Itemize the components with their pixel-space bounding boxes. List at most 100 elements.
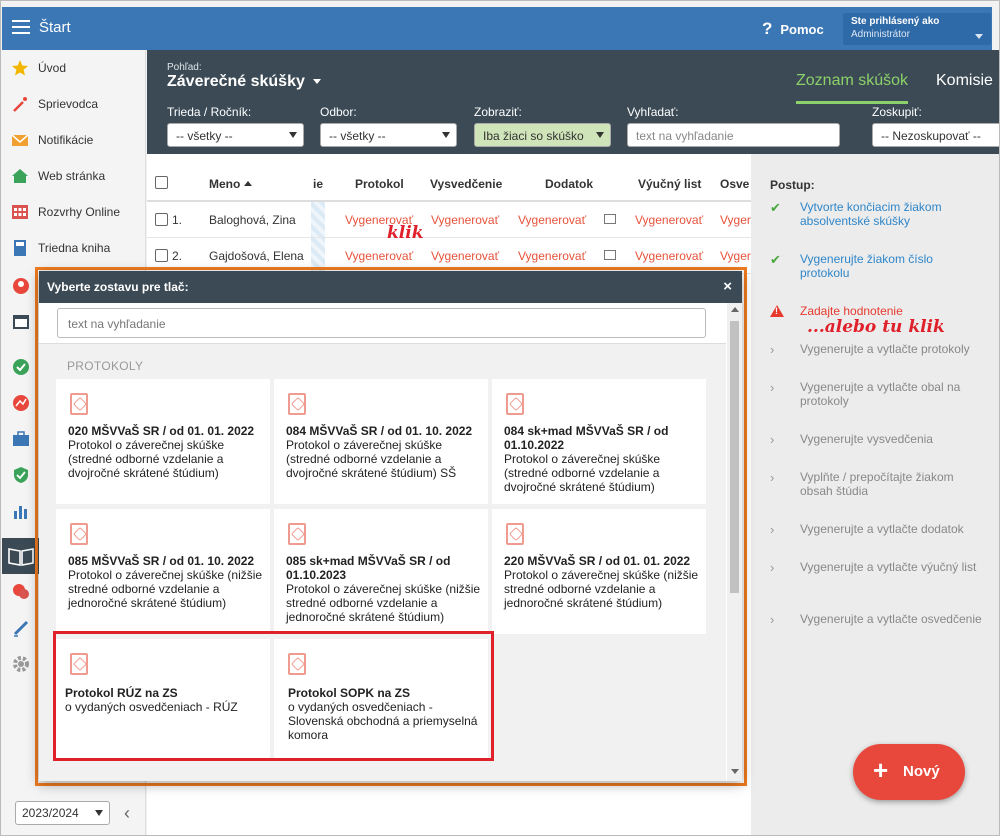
chevron-right-icon: › bbox=[770, 470, 775, 485]
chevron-down-icon bbox=[975, 34, 983, 39]
chevron-down-icon bbox=[95, 810, 103, 816]
generate-protokol-link[interactable]: Vygenerovať bbox=[345, 249, 413, 263]
sidebar-item-sprievodca[interactable]: Sprievodca bbox=[2, 86, 146, 122]
generate-vyucny-list-link[interactable]: Vygenerovať bbox=[635, 249, 703, 263]
home-icon bbox=[12, 169, 28, 183]
col-dodatok[interactable]: Dodatok bbox=[545, 177, 593, 191]
pdf-icon bbox=[288, 523, 306, 545]
scrollbar-thumb[interactable] bbox=[730, 321, 739, 593]
tab-zoznam-skusok[interactable]: Zoznam skúšok bbox=[796, 72, 909, 104]
select-all-checkbox[interactable] bbox=[155, 176, 168, 189]
sidebar-item-uvod[interactable]: Úvod bbox=[2, 50, 146, 86]
dialog-header: Vyberte zostavu pre tlač: × bbox=[39, 271, 742, 303]
odbor-select[interactable]: -- všetky -- bbox=[320, 123, 457, 147]
filter-trieda: Trieda / Ročník: -- všetky -- bbox=[167, 105, 304, 147]
chevron-down-icon bbox=[596, 132, 604, 138]
col-meno[interactable]: Meno bbox=[209, 177, 253, 191]
filter-zoskupit: Zoskupiť: -- Nezoskupovať -- bbox=[872, 105, 999, 147]
gear-icon[interactable] bbox=[12, 655, 30, 673]
school-year-select[interactable]: 2023/2024 bbox=[15, 801, 110, 825]
close-icon[interactable]: × bbox=[723, 278, 732, 295]
user-label: Ste prihlásený ako bbox=[851, 16, 940, 27]
generate-dodatok-link[interactable]: Vygenerovať bbox=[518, 249, 586, 263]
tab-komisie[interactable]: Komisie bbox=[936, 72, 993, 90]
scroll-down-icon[interactable] bbox=[731, 769, 739, 774]
list-icon[interactable] bbox=[604, 250, 616, 260]
pdf-icon bbox=[288, 393, 306, 415]
chevron-down-icon bbox=[289, 132, 297, 138]
row-number: 1. bbox=[172, 213, 183, 227]
report-card[interactable]: 085 sk+mad MŠVVaŠ SR / od 01.10.2023 Prot… bbox=[274, 509, 488, 634]
chevron-right-icon: › bbox=[770, 342, 775, 357]
steps-panel: Postup: ✔ Vytvorte končiacim žiakom absol… bbox=[751, 154, 999, 835]
col-osvedcenie[interactable]: Osve bbox=[720, 177, 749, 191]
sidebar-item-label: Úvod bbox=[38, 61, 67, 75]
pen-icon[interactable] bbox=[12, 619, 30, 637]
hamburger-menu-icon[interactable] bbox=[12, 20, 30, 34]
generate-dodatok-link[interactable]: Vygenerovať bbox=[518, 213, 586, 227]
sidebar-item-label: Sprievodca bbox=[38, 97, 99, 111]
chevron-down-icon bbox=[312, 79, 321, 85]
shield-icon[interactable] bbox=[12, 466, 30, 484]
report-search-input[interactable]: text na vyhľadanie bbox=[57, 308, 706, 338]
search-input[interactable]: text na vyhľadanie bbox=[627, 123, 840, 147]
row-checkbox[interactable] bbox=[155, 249, 168, 262]
calendar-grid-icon bbox=[12, 205, 28, 219]
star-icon bbox=[12, 60, 28, 76]
warning-icon bbox=[770, 304, 784, 317]
new-button[interactable]: + Nový bbox=[853, 744, 965, 800]
report-card[interactable]: 085 MŠVVaŠ SR / od 01. 10. 2022 Protokol … bbox=[56, 509, 270, 634]
magic-wand-icon bbox=[13, 97, 27, 112]
zobrazit-select[interactable]: Iba žiaci so skúško bbox=[474, 123, 611, 147]
col-vysvedcenie[interactable]: Vysvedčenie bbox=[430, 177, 502, 191]
sidebar-item-triedna-kniha[interactable]: Triedna kniha bbox=[2, 230, 146, 266]
generate-vysvedcenie-link[interactable]: Vygenerovať bbox=[431, 249, 499, 263]
chevron-right-icon: › bbox=[770, 380, 775, 395]
sidebar-item-rozvrhy-online[interactable]: Rozvrhy Online bbox=[2, 194, 146, 230]
chevron-right-icon: › bbox=[770, 560, 775, 575]
col-protokol[interactable]: Protokol bbox=[355, 177, 404, 191]
dialog-title: Vyberte zostavu pre tlač: bbox=[47, 280, 189, 294]
check-circle-icon[interactable] bbox=[12, 358, 30, 376]
scroll-up-icon[interactable] bbox=[731, 307, 739, 312]
dialog-scrollbar[interactable] bbox=[727, 303, 742, 781]
calendar-icon[interactable] bbox=[12, 312, 30, 330]
generate-vyucny-list-link[interactable]: Vygenerovať bbox=[635, 213, 703, 227]
app-title[interactable]: Štart bbox=[39, 19, 71, 36]
chat-icon[interactable] bbox=[12, 583, 30, 601]
row-checkbox[interactable] bbox=[155, 213, 168, 226]
col-vyucny-list[interactable]: Výučný list bbox=[638, 177, 701, 191]
envelope-icon bbox=[11, 134, 29, 146]
help-button[interactable]: ? Pomoc bbox=[762, 19, 824, 39]
generate-vysvedcenie-link[interactable]: Vygenerovať bbox=[431, 213, 499, 227]
filter-zobrazit: Zobraziť: Iba žiaci so skúško bbox=[474, 105, 611, 147]
list-icon[interactable] bbox=[604, 214, 616, 224]
generate-osvedcenie-link[interactable]: Vyger bbox=[720, 213, 751, 227]
user-menu[interactable]: Ste prihlásený ako Administrátor bbox=[843, 13, 991, 45]
sidebar-item-label: Rozvrhy Online bbox=[38, 205, 121, 219]
student-name[interactable]: Gajdošová, Elena bbox=[209, 249, 304, 263]
collapse-sidebar-icon[interactable]: ‹ bbox=[124, 803, 130, 824]
briefcase-icon[interactable] bbox=[12, 430, 30, 448]
filter-vyhladat: Vyhľadať: text na vyhľadanie bbox=[627, 105, 840, 147]
col-partial: ie bbox=[313, 177, 324, 191]
trieda-select[interactable]: -- všetky -- bbox=[167, 123, 304, 147]
steps-header: Postup: bbox=[770, 178, 815, 192]
sidebar-item-web-stranka[interactable]: Web stránka bbox=[2, 158, 146, 194]
annotation-klik: klik bbox=[387, 223, 424, 243]
bar-chart-icon[interactable] bbox=[12, 502, 30, 520]
view-title-dropdown[interactable]: Záverečné skúšky bbox=[167, 73, 321, 91]
sidebar-item-label: Notifikácie bbox=[38, 133, 94, 147]
section-title: PROTOKOLY bbox=[67, 359, 144, 373]
generate-osvedcenie-link[interactable]: Vyger bbox=[720, 249, 751, 263]
report-card[interactable]: 220 MŠVVaŠ SR / od 01. 01. 2022 Protokol … bbox=[492, 509, 706, 634]
report-card[interactable]: 084 MŠVVaŠ SR / od 01. 10. 2022 Protokol … bbox=[274, 379, 488, 504]
person-icon[interactable] bbox=[12, 277, 30, 295]
view-label: Pohľad: bbox=[167, 62, 202, 73]
zoskupit-select[interactable]: -- Nezoskupovať -- bbox=[872, 123, 999, 147]
chart-circle-icon[interactable] bbox=[12, 394, 30, 412]
report-card[interactable]: 020 MŠVVaŠ SR / od 01. 01. 2022 Protokol … bbox=[56, 379, 270, 504]
student-name[interactable]: Baloghová, Zina bbox=[209, 213, 296, 227]
report-card[interactable]: 084 sk+mad MŠVVaŠ SR / od 01.10.2022 Prot… bbox=[492, 379, 706, 504]
sidebar-item-notifikacie[interactable]: Notifikácie bbox=[2, 122, 146, 158]
